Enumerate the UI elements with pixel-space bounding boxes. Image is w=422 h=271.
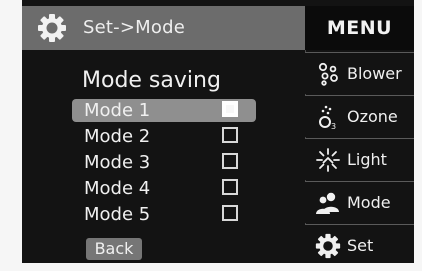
mode-row-1[interactable]: Mode 1 [72,99,256,122]
svg-text:3: 3 [331,122,336,130]
sidebar-item-label: Light [347,150,387,169]
screen-title: Set->Mode [83,17,185,38]
menu-header: MENU [305,6,414,50]
mode-checkbox[interactable] [222,179,238,195]
panel-title: Mode saving [82,68,221,93]
mode-icon [316,192,339,214]
mode-label: Mode 2 [84,126,151,147]
menu-label: MENU [326,17,393,39]
mode-checkbox[interactable] [222,127,238,143]
blower-icon [318,62,338,86]
mode-label: Mode 3 [84,152,151,173]
mode-checkbox[interactable] [222,101,238,117]
sidebar-item-mode[interactable]: Mode [305,181,414,223]
device-screen: Set->Mode MENU Mode saving Mode 1 Mode 2… [22,0,414,263]
mode-label: Mode 4 [84,178,151,199]
mode-row-2[interactable]: Mode 2 [72,125,256,148]
mode-checkbox[interactable] [222,205,238,221]
header-bar: Set->Mode [22,6,305,50]
sidebar-item-label: Set [347,236,374,255]
sidebar-item-label: Ozone [347,107,398,126]
back-button[interactable]: Back [86,238,142,260]
sidebar-item-label: Blower [347,64,402,83]
mode-row-5[interactable]: Mode 5 [72,203,256,226]
mode-label: Mode 1 [84,100,151,121]
sidebar-item-set[interactable]: Set [305,224,414,263]
mode-row-3[interactable]: Mode 3 [72,151,256,174]
sidebar-item-blower[interactable]: Blower [305,52,414,94]
sidebar-item-label: Mode [347,193,391,212]
mode-row-4[interactable]: Mode 4 [72,177,256,200]
gear-icon [315,233,341,259]
mode-checkbox[interactable] [222,153,238,169]
gear-icon [38,14,66,42]
mode-label: Mode 5 [84,204,151,225]
sidebar-item-ozone[interactable]: 3 Ozone [305,95,414,137]
sidebar-item-light[interactable]: Light [305,138,414,180]
light-icon [316,148,340,172]
ozone-icon: 3 [319,105,336,130]
